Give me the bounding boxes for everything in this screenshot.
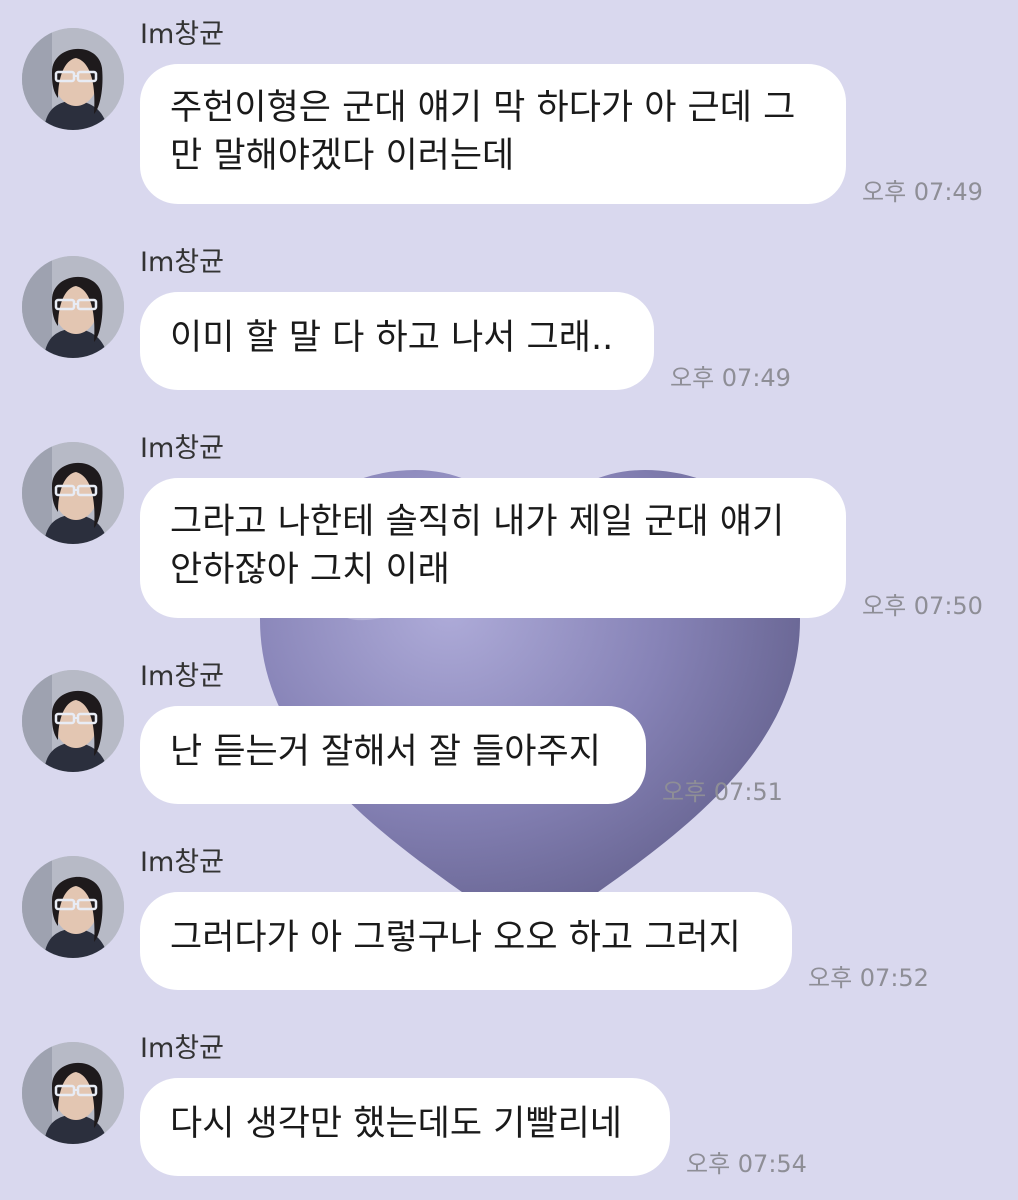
message-timestamp: 오후 07:51 <box>662 778 783 806</box>
message-bubble[interactable]: 그라고 나한테 솔직히 내가 제일 군대 얘기 안하잖아 그치 이래 <box>140 478 846 618</box>
profile-photo-icon <box>22 1042 124 1144</box>
message-timestamp: 오후 07:54 <box>686 1150 807 1178</box>
message-bubble[interactable]: 그러다가 아 그렇구나 오오 하고 그러지 <box>140 892 792 990</box>
sender-name: Im창균 <box>140 247 224 278</box>
message-timestamp: 오후 07:49 <box>670 364 791 392</box>
avatar[interactable] <box>22 256 124 358</box>
profile-photo-icon <box>22 28 124 130</box>
avatar[interactable] <box>22 28 124 130</box>
sender-name: Im창균 <box>140 19 224 50</box>
avatar[interactable] <box>22 670 124 772</box>
sender-name: Im창균 <box>140 433 224 464</box>
avatar[interactable] <box>22 442 124 544</box>
message-timestamp: 오후 07:49 <box>862 178 983 206</box>
profile-photo-icon <box>22 670 124 772</box>
message-bubble[interactable]: 다시 생각만 했는데도 기빨리네 <box>140 1078 670 1176</box>
profile-photo-icon <box>22 856 124 958</box>
chat-room: Im창균 주헌이형은 군대 얘기 막 하다가 아 근데 그 만 말해야겠다 이러… <box>0 0 1018 1200</box>
avatar[interactable] <box>22 856 124 958</box>
message-timestamp: 오후 07:52 <box>808 964 929 992</box>
profile-photo-icon <box>22 256 124 358</box>
avatar[interactable] <box>22 1042 124 1144</box>
sender-name: Im창균 <box>140 1033 224 1064</box>
message-bubble[interactable]: 난 듣는거 잘해서 잘 들아주지 <box>140 706 646 804</box>
sender-name: Im창균 <box>140 661 224 692</box>
profile-photo-icon <box>22 442 124 544</box>
message-bubble[interactable]: 이미 할 말 다 하고 나서 그래.. <box>140 292 654 390</box>
message-timestamp: 오후 07:50 <box>862 592 983 620</box>
message-bubble[interactable]: 주헌이형은 군대 얘기 막 하다가 아 근데 그 만 말해야겠다 이러는데 <box>140 64 846 204</box>
sender-name: Im창균 <box>140 847 224 878</box>
